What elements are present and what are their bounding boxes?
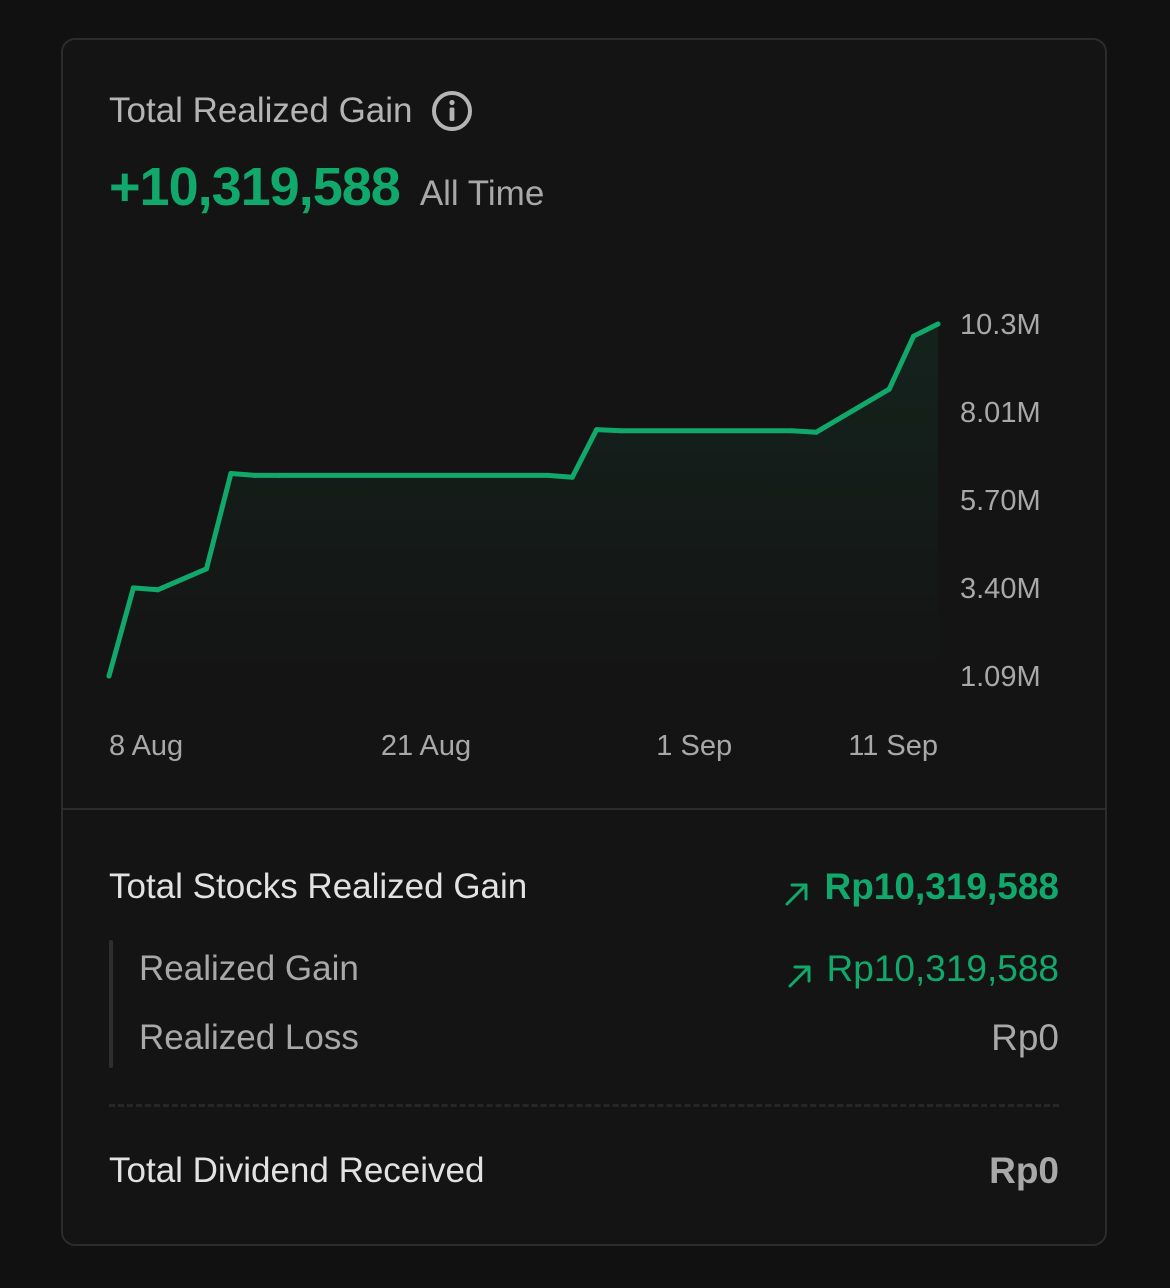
chart-point: [789, 428, 795, 434]
y-tick-label: 10.3M: [960, 309, 1041, 341]
dividend-label: Total Dividend Received: [109, 1151, 485, 1190]
chart-point: [618, 428, 624, 434]
chart-point: [813, 429, 819, 435]
chart-point: [545, 472, 551, 478]
chart-area-fill: [109, 324, 938, 676]
dashed-divider: [109, 1104, 1059, 1107]
chart-point: [106, 673, 112, 679]
chart-point: [228, 471, 234, 476]
x-tick-label: 11 Sep: [848, 730, 938, 762]
chart-point: [252, 472, 258, 478]
chart-point: [886, 386, 892, 392]
chart-point: [911, 333, 917, 339]
arrow-up-right-icon: [784, 874, 810, 906]
chart-point: [277, 472, 283, 478]
realized-gain-card: Total Realized Gain +10,319,588 All Time…: [61, 38, 1107, 1246]
chart-point: [130, 585, 136, 591]
gain-chart[interactable]: 10.3M 8.01M 5.70M 3.40M 1.09M 8 Aug 21 Aug 1 Se…: [63, 40, 1109, 810]
y-tick-label: 3.40M: [960, 573, 1041, 605]
y-tick-label: 5.70M: [960, 485, 1041, 517]
chart-point: [204, 566, 209, 572]
chart-svg: 10.3M 8.01M 5.70M 3.40M 1.09M 8 Aug 21 Aug 1 Se…: [106, 309, 1041, 762]
realized-gain-row: Realized Gain Rp10,319,588: [139, 948, 1059, 990]
chart-point: [935, 321, 941, 327]
x-tick-label: 21 Aug: [381, 730, 471, 762]
chart-point: [569, 474, 575, 480]
realized-loss-row: Realized Loss Rp0: [139, 1017, 1059, 1059]
chart-point: [594, 427, 600, 433]
realized-gain-value-group: Rp10,319,588: [787, 948, 1059, 990]
realized-loss-label: Realized Loss: [139, 1018, 359, 1057]
arrow-up-right-icon: [787, 956, 813, 988]
total-stocks-value-group: Rp10,319,588: [784, 866, 1059, 908]
x-tick-label: 1 Sep: [656, 730, 732, 762]
chart-point: [155, 587, 161, 593]
x-tick-label: 8 Aug: [109, 730, 183, 762]
sub-items-bar: [109, 940, 113, 1068]
total-stocks-label: Total Stocks Realized Gain: [109, 867, 528, 906]
realized-gain-label: Realized Gain: [139, 949, 359, 988]
total-stocks-value: Rp10,319,588: [824, 866, 1059, 907]
y-tick-label: 1.09M: [960, 661, 1041, 693]
y-tick-label: 8.01M: [960, 397, 1041, 429]
realized-loss-value: Rp0: [991, 1017, 1059, 1058]
dividend-row: Total Dividend Received Rp0: [109, 1150, 1059, 1192]
dividend-value: Rp0: [989, 1150, 1059, 1191]
section-divider: [63, 808, 1105, 810]
realized-gain-value: Rp10,319,588: [826, 948, 1059, 989]
total-stocks-row: Total Stocks Realized Gain Rp10,319,588: [109, 866, 1059, 908]
